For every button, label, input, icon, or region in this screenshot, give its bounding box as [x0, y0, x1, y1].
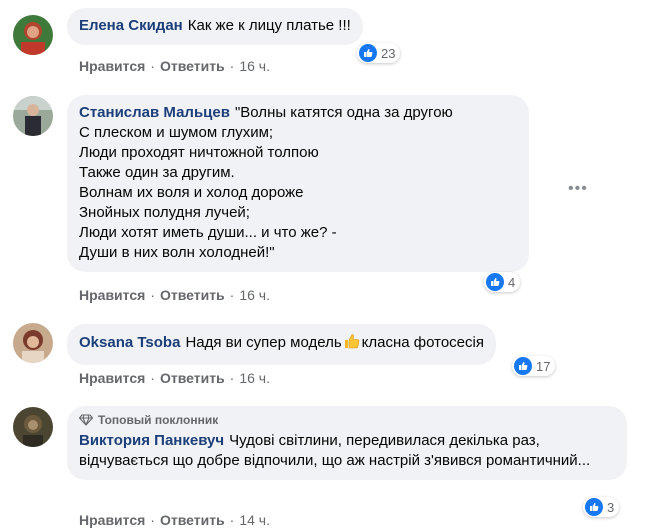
avatar[interactable]	[13, 96, 53, 136]
like-button[interactable]: Нравится	[79, 58, 145, 74]
reply-button[interactable]: Ответить	[160, 287, 225, 303]
author-name[interactable]: Станислав Мальцев	[79, 104, 230, 121]
comment-bubble: Станислав Мальцев "Волны катятся одна за …	[67, 95, 529, 272]
reply-button[interactable]: Ответить	[160, 58, 225, 74]
timestamp[interactable]: 16 ч.	[239, 287, 270, 303]
reply-button[interactable]: Ответить	[160, 512, 225, 528]
avatar[interactable]	[13, 407, 53, 447]
author-name[interactable]: Oksana Tsoba	[79, 334, 180, 351]
comment-text-part: Надя ви супер модель	[185, 334, 342, 351]
reaction-count[interactable]: 4	[484, 272, 521, 292]
reaction-number: 3	[607, 499, 615, 515]
separator: ·	[229, 287, 235, 303]
comment-text: Как же к лицу платье !!!	[187, 17, 351, 34]
separator: ·	[150, 370, 155, 386]
reply-button[interactable]: Ответить	[160, 370, 225, 386]
like-button[interactable]: Нравится	[79, 287, 145, 303]
author-name[interactable]: Виктория Панкевуч	[79, 432, 224, 449]
comment-actions: Нравится · Ответить · 16 ч.	[79, 370, 270, 386]
reaction-number: 4	[508, 274, 516, 290]
comment-bubble: Топовый поклонник Виктория Панкевуч Чудов…	[67, 406, 627, 480]
comment-text: "Волны катятся одна за другою С плеском …	[79, 104, 453, 261]
timestamp[interactable]: 14 ч.	[239, 512, 270, 528]
comment-actions: Нравится · Ответить · 14 ч.	[79, 512, 270, 528]
diamond-icon	[79, 414, 93, 426]
separator: ·	[150, 287, 155, 303]
like-button[interactable]: Нравится	[79, 370, 145, 386]
more-horizontal-icon[interactable]: •••	[568, 180, 588, 198]
separator: ·	[229, 58, 235, 74]
comment-bubble: Oksana Tsoba Надя ви супер модель класна ф…	[67, 324, 496, 365]
separator: ·	[150, 58, 155, 74]
reaction-count[interactable]: 17	[512, 356, 556, 376]
reaction-count[interactable]: 23	[357, 43, 401, 63]
reaction-number: 23	[381, 45, 396, 61]
reaction-number: 17	[536, 358, 551, 374]
comment-actions: Нравится · Ответить · 16 ч.	[79, 58, 270, 74]
like-icon	[359, 44, 377, 62]
reaction-count[interactable]: 3	[583, 497, 620, 517]
like-icon	[585, 498, 603, 516]
comment-actions: Нравится · Ответить · 16 ч.	[79, 287, 270, 303]
timestamp[interactable]: 16 ч.	[239, 370, 270, 386]
like-icon	[486, 273, 504, 291]
separator: ·	[150, 512, 155, 528]
badge-label: Топовый поклонник	[98, 413, 219, 427]
like-button[interactable]: Нравится	[79, 512, 145, 528]
thumbs-up-emoji-icon	[343, 332, 361, 356]
like-icon	[514, 357, 532, 375]
top-fan-badge: Топовый поклонник	[79, 412, 615, 428]
avatar[interactable]	[13, 323, 53, 363]
comment-text-part: класна фотосесія	[361, 334, 484, 351]
author-name[interactable]: Елена Скидан	[79, 17, 183, 34]
separator: ·	[229, 512, 235, 528]
avatar[interactable]	[13, 15, 53, 55]
timestamp[interactable]: 16 ч.	[239, 58, 270, 74]
separator: ·	[229, 370, 235, 386]
comment-bubble: Елена Скидан Как же к лицу платье !!!	[67, 8, 363, 45]
